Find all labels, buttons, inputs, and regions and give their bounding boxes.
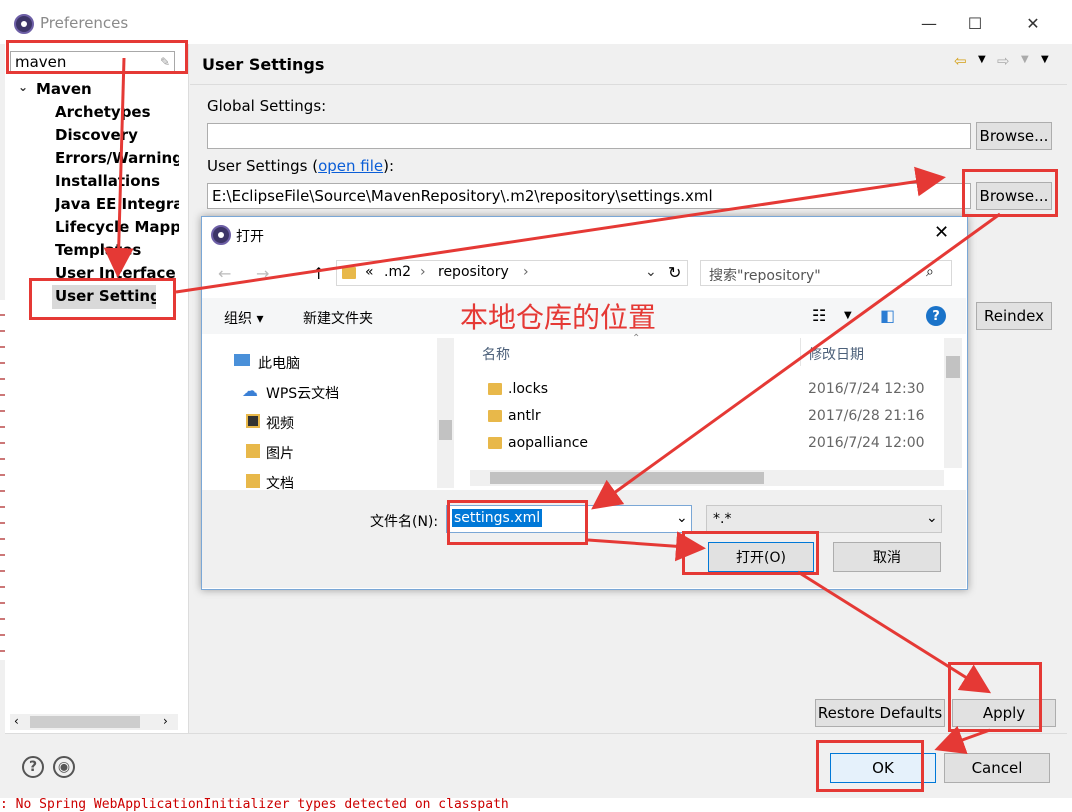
arrow-user-settings-to-browse	[175, 166, 946, 294]
arrow-filter-to-user-settings	[103, 57, 134, 278]
arrow-browse-to-filename	[591, 212, 1001, 510]
arrow-filename-to-open	[587, 531, 706, 562]
annotation-arrows	[103, 57, 1001, 754]
arrow-apply-to-ok	[934, 725, 991, 754]
arrow-open-to-apply	[797, 570, 992, 694]
